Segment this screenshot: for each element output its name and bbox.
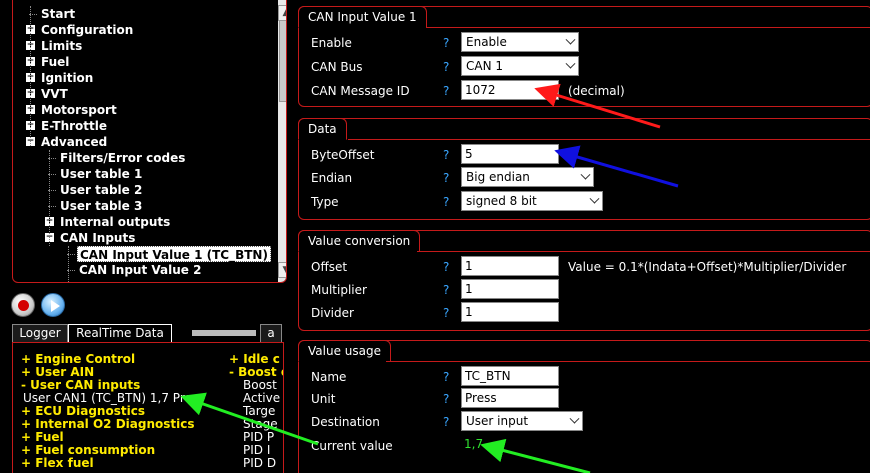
- offset-help-icon[interactable]: ?: [443, 258, 449, 276]
- can-bus-label: CAN Bus: [311, 60, 363, 74]
- conversion-formula: Value = 0.1*(Indata+Offset)*Multiplier/D…: [568, 260, 847, 274]
- play-button[interactable]: [41, 293, 65, 317]
- realtime-category[interactable]: + Flex fuel: [21, 457, 94, 470]
- unit-help-icon[interactable]: ?: [443, 390, 449, 408]
- multiplier-help-icon[interactable]: ?: [443, 281, 449, 299]
- data-group-title: Data: [298, 118, 347, 140]
- can-message-id-input[interactable]: 1072: [461, 80, 559, 100]
- type-select-value: signed 8 bit: [466, 194, 537, 208]
- tree-item[interactable]: Motorsport: [41, 102, 117, 118]
- tree-item[interactable]: User table 2: [60, 182, 142, 198]
- realtime-value-row[interactable]: PID D: [243, 457, 276, 470]
- tree-item[interactable]: User table 3: [60, 198, 142, 214]
- name-help-icon[interactable]: ?: [443, 368, 449, 386]
- byte-offset-input[interactable]: 5: [461, 144, 559, 164]
- tab-realtime-data[interactable]: RealTime Data: [68, 324, 172, 342]
- can-message-id-help-icon[interactable]: ?: [443, 82, 449, 100]
- destination-help-icon[interactable]: ?: [443, 413, 449, 431]
- group-title-rule: [386, 361, 870, 362]
- can-message-id-unit: (decimal): [568, 84, 625, 98]
- destination-select-value: User input: [466, 414, 529, 428]
- tree-item[interactable]: VVT: [41, 86, 68, 102]
- scroll-down-arrow-icon[interactable]: ▼: [278, 262, 286, 278]
- tree-item[interactable]: Configuration: [41, 22, 133, 38]
- tree-item[interactable]: User table 1: [60, 166, 142, 182]
- enable-label: Enable: [311, 36, 352, 50]
- tree-guide-line: [49, 150, 50, 246]
- chevron-down-icon: [565, 34, 576, 45]
- tree-item[interactable]: CAN Input Value 1 (TC_BTN): [77, 246, 271, 262]
- tree-item[interactable]: CAN Inputs: [60, 230, 135, 246]
- tree-item[interactable]: Filters/Error codes: [60, 150, 185, 166]
- tree-guide-line: [30, 6, 31, 146]
- tree-item[interactable]: Internal outputs: [60, 214, 170, 230]
- bottom-tabs: Logger RealTime Data a: [12, 324, 284, 342]
- enable-select[interactable]: Enable: [461, 32, 579, 52]
- multiplier-label: Multiplier: [311, 283, 367, 297]
- chevron-down-icon: [569, 413, 580, 424]
- value-conversion-group-title: Value conversion: [298, 230, 421, 252]
- byte-offset-help-icon[interactable]: ?: [443, 146, 449, 164]
- data-group: Data ByteOffset ? 5 Endian ? Big endian …: [298, 118, 870, 220]
- group-title-rule: [417, 251, 870, 252]
- offset-label: Offset: [311, 260, 348, 274]
- realtime-data-panel: + Engine Control + User AIN - User CAN inp…: [12, 342, 284, 473]
- tree-item[interactable]: Limits: [41, 38, 82, 54]
- tree-item[interactable]: Advanced: [41, 134, 107, 150]
- tree-item[interactable]: Ignition: [41, 70, 93, 86]
- record-button[interactable]: [11, 293, 35, 317]
- current-value-readout: 1,7: [464, 437, 484, 451]
- can-bus-select-value: CAN 1: [466, 59, 504, 73]
- enable-help-icon[interactable]: ?: [443, 34, 449, 52]
- value-conversion-group: Value conversion Offset ? 1 Value = 0.1*…: [298, 230, 870, 331]
- tree-item[interactable]: E-Throttle: [41, 118, 107, 134]
- current-value-label: Current value: [311, 439, 393, 453]
- tree-item[interactable]: Start: [41, 6, 75, 22]
- offset-input[interactable]: 1: [461, 256, 559, 276]
- value-usage-group: Value usage Name ? TC_BTN Unit ? Press D…: [298, 340, 870, 473]
- value-usage-group-title: Value usage: [298, 340, 391, 362]
- can-bus-select[interactable]: CAN 1: [461, 56, 579, 76]
- endian-help-icon[interactable]: ?: [443, 169, 449, 187]
- can-input-group-title: CAN Input Value 1: [298, 6, 427, 28]
- group-title-rule: [426, 27, 870, 28]
- scroll-up-arrow-icon[interactable]: ▲: [278, 5, 286, 21]
- can-input-group: CAN Input Value 1 Enable ? Enable CAN Bu…: [298, 6, 870, 107]
- tab-logger[interactable]: Logger: [12, 324, 68, 342]
- tab-extra[interactable]: a: [260, 324, 282, 342]
- can-message-id-label: CAN Message ID: [311, 84, 410, 98]
- unit-label: Unit: [311, 392, 336, 406]
- enable-select-value: Enable: [466, 35, 507, 49]
- tree-guide-line: [68, 246, 69, 282]
- divider-input[interactable]: 1: [461, 302, 559, 322]
- scroll-thumb[interactable]: [279, 20, 286, 102]
- tab-divider: [192, 330, 256, 336]
- type-select[interactable]: signed 8 bit: [461, 191, 603, 211]
- chevron-down-icon: [565, 58, 576, 69]
- name-input[interactable]: TC_BTN: [461, 366, 559, 386]
- endian-label: Endian: [311, 171, 353, 185]
- endian-select[interactable]: Big endian: [461, 167, 594, 187]
- group-title-rule: [348, 139, 870, 140]
- type-label: Type: [311, 195, 339, 209]
- type-help-icon[interactable]: ?: [443, 193, 449, 211]
- tree-item[interactable]: Fuel: [41, 54, 69, 70]
- chevron-down-icon: [580, 169, 591, 180]
- tree-item[interactable]: CAN Input Value 2: [79, 262, 201, 278]
- settings-tree: Start + Configuration + Limits + Fuel + Ignition…: [12, 0, 287, 283]
- destination-label: Destination: [311, 415, 380, 429]
- byte-offset-label: ByteOffset: [311, 148, 375, 162]
- destination-select[interactable]: User input: [461, 411, 583, 431]
- unit-input[interactable]: Press: [461, 388, 559, 408]
- divider-help-icon[interactable]: ?: [443, 304, 449, 322]
- multiplier-input[interactable]: 1: [461, 279, 559, 299]
- endian-select-value: Big endian: [466, 170, 530, 184]
- divider-label: Divider: [311, 306, 354, 320]
- can-bus-help-icon[interactable]: ?: [443, 58, 449, 76]
- name-label: Name: [311, 370, 347, 384]
- tree-scrollbar[interactable]: ▲ ▼: [278, 0, 286, 282]
- chevron-down-icon: [589, 193, 600, 204]
